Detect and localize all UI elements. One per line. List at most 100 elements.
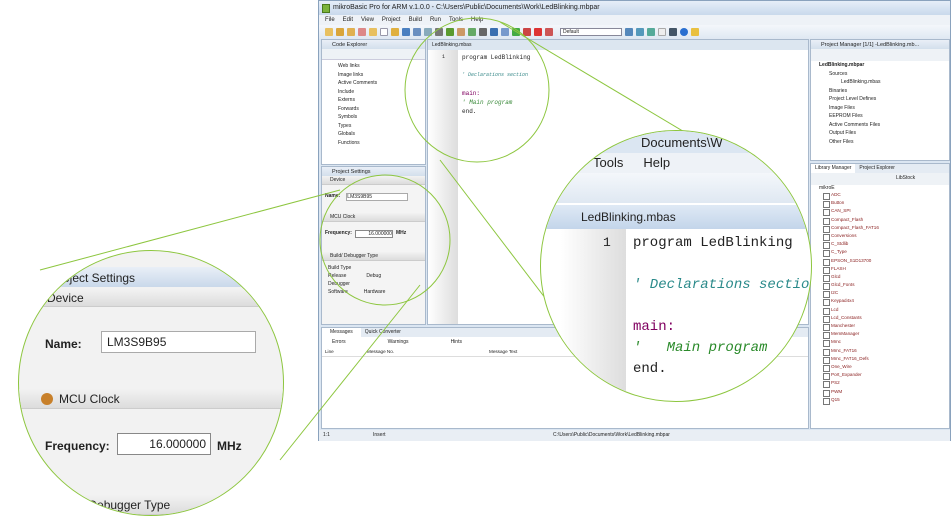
frequency-input[interactable]: 16.000000 bbox=[354, 230, 393, 238]
menu-help[interactable]: Help bbox=[471, 17, 483, 23]
library-item[interactable]: Conversions bbox=[811, 233, 949, 242]
print-preview-icon[interactable] bbox=[424, 28, 432, 36]
window-icon[interactable] bbox=[669, 28, 677, 36]
save-all-icon[interactable] bbox=[413, 28, 421, 36]
library-item[interactable]: Keypad4x4 bbox=[811, 298, 949, 307]
build-icon[interactable] bbox=[446, 28, 454, 36]
library-root[interactable]: mikroE bbox=[811, 185, 949, 192]
library-item[interactable]: PWM bbox=[811, 389, 949, 397]
debug-icon[interactable] bbox=[490, 28, 498, 36]
config-select[interactable]: Default bbox=[560, 28, 622, 36]
layout2-icon[interactable] bbox=[636, 28, 644, 36]
folder[interactable]: Output Files bbox=[819, 129, 949, 138]
software-radio[interactable]: Software bbox=[328, 288, 348, 296]
library-item[interactable]: Button bbox=[811, 200, 949, 209]
tab-library-manager[interactable]: Library Manager bbox=[811, 164, 856, 173]
library-item[interactable]: Compact_Flash bbox=[811, 217, 949, 225]
library-item[interactable]: One_Wire bbox=[811, 364, 949, 373]
library-item[interactable]: Compact_Flash_FAT16 bbox=[811, 225, 949, 233]
library-item[interactable]: Glcd bbox=[811, 274, 949, 283]
source-file[interactable]: LedBlinking.mbas bbox=[819, 78, 949, 87]
col-message-text[interactable]: Message Text bbox=[489, 349, 517, 354]
library-item[interactable]: Lcd_Constants bbox=[811, 315, 949, 323]
tree-item[interactable]: Symbols bbox=[322, 114, 425, 123]
library-item[interactable]: Q15 bbox=[811, 397, 949, 405]
save-project-icon[interactable] bbox=[347, 28, 355, 36]
menu-tools[interactable]: Tools bbox=[449, 17, 463, 23]
tab-project-explorer[interactable]: Project Explorer bbox=[855, 164, 899, 173]
close-project-icon[interactable] bbox=[358, 28, 366, 36]
libstock-button[interactable]: LibStock bbox=[896, 175, 915, 181]
menu-view[interactable]: View bbox=[361, 17, 374, 23]
stop-icon[interactable] bbox=[534, 28, 542, 36]
tree-item[interactable]: Functions bbox=[322, 140, 425, 149]
library-item[interactable]: ADC bbox=[811, 192, 949, 201]
tree-item[interactable]: Types bbox=[322, 123, 425, 132]
open-project-icon[interactable] bbox=[336, 28, 344, 36]
library-item[interactable]: I2C bbox=[811, 290, 949, 299]
tree-item[interactable]: Web links bbox=[322, 63, 425, 72]
menu-file[interactable]: File bbox=[325, 17, 335, 23]
build-section[interactable]: Build/ Debugger Type bbox=[322, 252, 425, 261]
folder-sources[interactable]: Sources bbox=[819, 70, 949, 79]
library-item[interactable]: Port_Expander bbox=[811, 372, 949, 381]
folder[interactable]: Image Files bbox=[819, 104, 949, 113]
device-select[interactable]: LM3S9B95 bbox=[346, 193, 409, 201]
warnings-checkbox[interactable]: Warnings bbox=[388, 339, 409, 345]
library-item[interactable]: Mmc_FAT16_Defs bbox=[811, 356, 949, 364]
col-line[interactable]: Line bbox=[325, 349, 367, 354]
library-item[interactable]: Lcd bbox=[811, 307, 949, 315]
menu-build[interactable]: Build bbox=[409, 17, 422, 23]
folder[interactable]: Active Comments Files bbox=[819, 121, 949, 130]
tree-item[interactable]: Externs bbox=[322, 97, 425, 106]
library-item[interactable]: C_Type bbox=[811, 249, 949, 258]
debug-radio[interactable]: Debug bbox=[366, 272, 381, 280]
folder[interactable]: EEPROM Files bbox=[819, 112, 949, 121]
hardware-radio[interactable]: Hardware bbox=[364, 288, 386, 296]
library-item[interactable]: EPSON_S1D13700 bbox=[811, 258, 949, 266]
menu-run[interactable]: Run bbox=[430, 17, 441, 23]
options-icon[interactable] bbox=[658, 28, 666, 36]
project-icon[interactable] bbox=[369, 28, 377, 36]
library-item[interactable]: PS2 bbox=[811, 380, 949, 389]
library-item[interactable]: MemManager bbox=[811, 331, 949, 340]
build-all-icon[interactable] bbox=[457, 28, 465, 36]
tree-item[interactable]: Include bbox=[322, 89, 425, 98]
help-icon[interactable] bbox=[680, 28, 688, 36]
errors-checkbox[interactable]: Errors bbox=[332, 339, 346, 345]
open-file-icon[interactable] bbox=[391, 28, 399, 36]
run-icon[interactable] bbox=[523, 28, 531, 36]
editor-tab[interactable]: LedBlinking.mbas bbox=[428, 40, 808, 50]
library-item[interactable]: Mmc bbox=[811, 339, 949, 348]
save-icon[interactable] bbox=[402, 28, 410, 36]
folder[interactable]: Binaries bbox=[819, 87, 949, 96]
library-item[interactable]: Glcd_Fonts bbox=[811, 282, 949, 291]
build-program-icon[interactable] bbox=[468, 28, 476, 36]
menu-edit[interactable]: Edit bbox=[343, 17, 353, 23]
tree-item[interactable]: Forwards bbox=[322, 106, 425, 115]
step-over-icon[interactable] bbox=[512, 28, 520, 36]
new-project-icon[interactable] bbox=[325, 28, 333, 36]
folder[interactable]: Project Level Defines bbox=[819, 95, 949, 104]
library-item[interactable]: Mmc_FAT16 bbox=[811, 348, 949, 356]
layout-icon[interactable] bbox=[625, 28, 633, 36]
tree-item[interactable]: Active Comments bbox=[322, 80, 425, 89]
tree-item[interactable]: Image links bbox=[322, 72, 425, 81]
library-item[interactable]: CAN_SPI bbox=[811, 208, 949, 217]
col-message-no[interactable]: Message No. bbox=[367, 349, 489, 354]
library-item[interactable]: Manchester bbox=[811, 323, 949, 332]
mcu-clock-section[interactable]: MCU Clock bbox=[322, 213, 425, 222]
reset-icon[interactable] bbox=[545, 28, 553, 36]
library-item[interactable]: FLASH bbox=[811, 266, 949, 274]
tab-messages[interactable]: Messages bbox=[322, 328, 361, 337]
library-list[interactable]: ADC Button CAN_SPI Compact_Flash Compact_Fla… bbox=[811, 192, 949, 405]
hints-checkbox[interactable]: Hints bbox=[451, 339, 462, 345]
tab-quick-converter[interactable]: Quick Converter bbox=[361, 328, 405, 337]
project-root[interactable]: LedBlinking.mbpar bbox=[819, 62, 864, 68]
tips-icon[interactable] bbox=[691, 28, 699, 36]
new-file-icon[interactable] bbox=[380, 28, 388, 36]
layout3-icon[interactable] bbox=[647, 28, 655, 36]
library-item[interactable]: C_Stdlib bbox=[811, 241, 949, 250]
programmer-icon[interactable] bbox=[479, 28, 487, 36]
print-icon[interactable] bbox=[435, 28, 443, 36]
